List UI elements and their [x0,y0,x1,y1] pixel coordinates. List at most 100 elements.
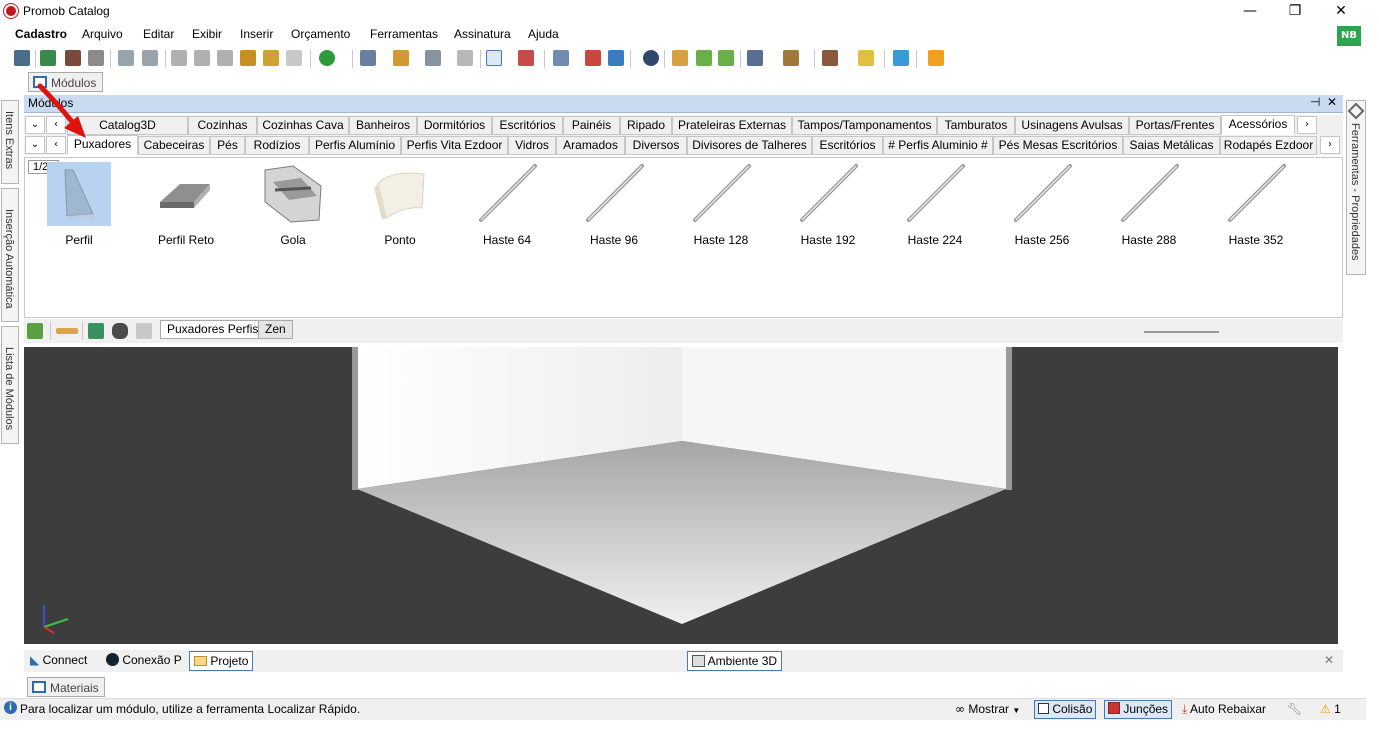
subtab-zen[interactable]: Zen [258,320,293,339]
subtab-vidros[interactable]: Vidros [508,136,556,155]
save-icon[interactable] [14,50,30,66]
close-pane-icon[interactable]: ✕ [1327,95,1337,109]
shape-icon[interactable] [425,50,441,66]
close-bottom-pane-icon[interactable]: ✕ [1324,653,1334,667]
right-sidebar-ferramentas[interactable]: Ferramentas - Propriedades [1346,100,1366,275]
subtab-perfis-aluminio[interactable]: Perfis Alumínio [309,136,401,155]
tab-prateleiras-externas[interactable]: Prateleiras Externas [672,116,792,135]
materiais-pane-tab[interactable]: Materiais [27,677,105,697]
subtab-pes-mesas-escritorios[interactable]: Pés Mesas Escritórios [993,136,1123,155]
projeto-tab[interactable]: Projeto [189,651,254,671]
colisao-toggle[interactable]: Colisão [1034,700,1097,719]
subtab-rodapes-ezdoor[interactable]: Rodapés Ezdoor [1220,136,1317,155]
user-icon[interactable] [928,50,944,66]
ambiente-3d-tab[interactable]: Ambiente 3D [687,651,783,671]
tab-escritorios[interactable]: Escritórios [492,116,563,135]
budget-icon[interactable] [319,50,335,66]
module-item[interactable]: Haste 288 [1099,162,1199,252]
layout-icon[interactable] [360,50,376,66]
tab-dormitorios[interactable]: Dormitórios [417,116,492,135]
subtab-divisores-talheres[interactable]: Divisores de Talheres [687,136,812,155]
arrow-left-icon[interactable] [696,50,712,66]
module-item[interactable]: Haste 352 [1206,162,1306,252]
connect-tab[interactable]: ◣ Connect [26,651,91,671]
subtab-scroll-left[interactable]: ‹ [46,136,66,154]
binoculars-icon[interactable] [112,323,128,339]
line-style-icon[interactable] [56,328,78,334]
lock-icon[interactable] [136,323,152,339]
module-item[interactable]: Perfil [29,162,129,252]
pin-icon[interactable]: ⊣ [1310,95,1320,109]
insert-module-icon[interactable] [27,323,43,339]
tab-tamburatos[interactable]: Tamburatos [937,116,1015,135]
chat-icon[interactable] [893,50,909,66]
tab-usinagens-avulsas[interactable]: Usinagens Avulsas [1015,116,1129,135]
tab-banheiros[interactable]: Banheiros [349,116,417,135]
splitter-handle[interactable] [1144,331,1219,333]
subtab-cabeceiras[interactable]: Cabeceiras [138,136,210,155]
menu-exibir[interactable]: Exibir [192,27,222,41]
paste-icon[interactable] [217,50,233,66]
menu-orcamento[interactable]: Orçamento [291,27,350,41]
subtab-perfis-vita-ezdoor[interactable]: Perfis Vita Ezdoor [401,136,508,155]
wrench-icon[interactable]: 🔧︎ [1287,702,1302,716]
conexao-tab[interactable]: Conexão P [102,651,186,671]
subtab-diversos[interactable]: Diversos [625,136,687,155]
tab-paineis[interactable]: Painéis [563,116,620,135]
subtab-list-dropdown[interactable]: ⌄ [25,136,45,154]
door-icon[interactable] [457,50,473,66]
tab-cozinhas-cava[interactable]: Cozinhas Cava [257,116,349,135]
user-avatar-badge[interactable]: NB [1337,26,1361,46]
view-3d-icon[interactable] [608,50,624,66]
menu-ajuda[interactable]: Ajuda [528,27,559,41]
select-arrow-icon[interactable] [486,50,502,66]
subtab-aramados[interactable]: Aramados [556,136,625,155]
module-item[interactable]: Ponto [350,162,450,252]
box-icon[interactable] [783,50,799,66]
module-item[interactable]: Haste 192 [778,162,878,252]
sidebar-tab-itens-extras[interactable]: Itens Extras [1,100,19,184]
printer-icon[interactable] [88,50,104,66]
light-icon[interactable] [858,50,874,66]
print-icon[interactable] [40,50,56,66]
subtab-puxadores-perfis[interactable]: Puxadores Perfis [160,320,266,339]
move-icon[interactable] [672,50,688,66]
tab-tampos[interactable]: Tampos/Tamponamentos [792,116,937,135]
module-item[interactable]: Haste 224 [885,162,985,252]
tab-scroll-left[interactable]: ‹ [46,116,66,134]
menu-inserir[interactable]: Inserir [240,27,273,41]
menu-cadastro[interactable]: Cadastro [15,27,67,41]
module-item[interactable]: Gola [243,162,343,252]
menu-assinatura[interactable]: Assinatura [454,27,511,41]
auto-rebaixar-toggle[interactable]: ⤓ Auto Rebaixar [1182,702,1266,717]
paint-brush-icon[interactable] [240,50,256,66]
tab-list-dropdown[interactable]: ⌄ [25,116,45,134]
maximize-button[interactable]: ❐ [1272,0,1318,22]
render-icon[interactable] [822,50,838,66]
tab-cozinhas[interactable]: Cozinhas [188,116,257,135]
menu-arquivo[interactable]: Arquivo [82,27,123,41]
copy-icon[interactable] [194,50,210,66]
tab-scroll-right[interactable]: › [1297,116,1317,134]
warnings-indicator[interactable]: ⚠ 1 [1320,702,1341,716]
module-item[interactable]: Perfil Reto [136,162,236,252]
sidebar-tab-lista-modulos[interactable]: Lista de Módulos [1,326,19,444]
tab-catalog3d[interactable]: Catalog3D [67,116,188,135]
subtab-puxadores[interactable]: Puxadores [67,135,138,155]
mostrar-dropdown[interactable]: ∞ Mostrar ▼ [955,702,1020,716]
subtab-escritorios[interactable]: Escritórios [812,136,883,155]
subtab-saias-metalicas[interactable]: Saias Metálicas [1123,136,1220,155]
subtab-scroll-right[interactable]: › [1320,136,1340,154]
cut-icon[interactable] [171,50,187,66]
frame-icon[interactable] [747,50,763,66]
import-icon[interactable] [88,323,104,339]
juncoes-toggle[interactable]: Junções [1104,700,1173,719]
module-item[interactable]: Haste 64 [457,162,557,252]
align-icon[interactable] [393,50,409,66]
subtab-perfis-aluminio-hash[interactable]: # Perfis Aluminio # [883,136,993,155]
close-window-button[interactable]: ✕ [1318,0,1364,22]
module-item[interactable]: Haste 128 [671,162,771,252]
menu-editar[interactable]: Editar [143,27,174,41]
menu-ferramentas[interactable]: Ferramentas [370,27,438,41]
tab-ripado[interactable]: Ripado [620,116,672,135]
